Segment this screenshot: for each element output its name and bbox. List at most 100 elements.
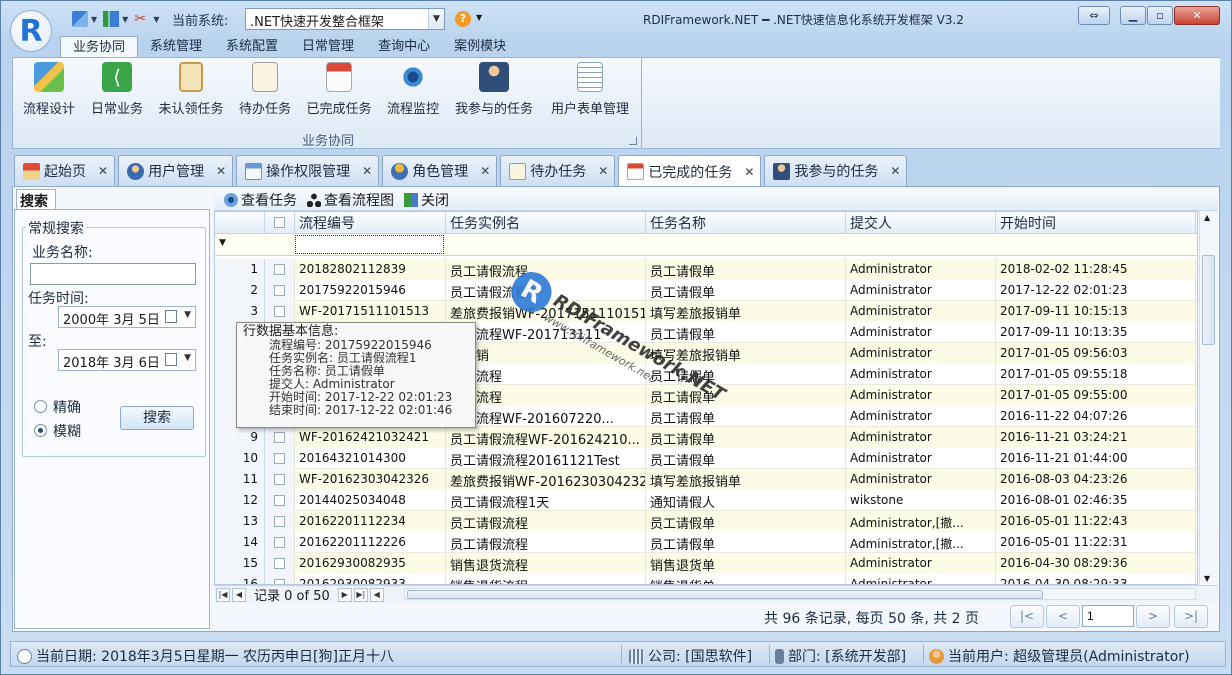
table-row[interactable]: 1 20182802112839 员工请假流程 员工请假单 Administrator 2…	[215, 259, 1197, 280]
chevron-down-icon[interactable]: ▼	[153, 15, 159, 24]
column-header-submitter[interactable]: 提交人	[846, 212, 996, 234]
help-icon[interactable]: ?	[455, 11, 471, 27]
tab-start-page[interactable]: 起始页 ✕	[14, 155, 116, 186]
close-icon[interactable]: ✕	[890, 164, 900, 178]
scroll-thumb[interactable]	[1202, 255, 1215, 345]
app-logo[interactable]: R	[10, 10, 52, 52]
view-task-button[interactable]: 查看任务	[224, 190, 297, 210]
restore-ribbon-button[interactable]: ⇔	[1078, 6, 1110, 25]
table-row[interactable]: 9 WF-20162421032421 员工请假流程WF-201624210... 员…	[215, 427, 1197, 448]
scroll-thumb[interactable]	[407, 590, 1043, 599]
prev-record-button[interactable]: ◀	[232, 587, 246, 602]
chevron-down-icon[interactable]: ▼	[428, 9, 444, 29]
checkbox-icon[interactable]	[274, 453, 285, 464]
checkbox-icon[interactable]	[274, 285, 285, 296]
unclaimed-tasks-button[interactable]: 未认领任务	[153, 62, 229, 117]
chevron-down-icon[interactable]: ▼	[184, 310, 191, 320]
first-record-button[interactable]: |◀	[216, 587, 230, 602]
flow-design-button[interactable]: 流程设计	[19, 62, 79, 117]
current-system-select[interactable]: .NET快速开发整合框架 ▼	[245, 8, 445, 30]
ribbon-tab-collab[interactable]: 业务协同	[60, 36, 139, 58]
calendar-icon[interactable]	[165, 310, 177, 323]
daily-business-button[interactable]: ⟨ 日常业务	[87, 62, 147, 117]
ribbon-tab-daily[interactable]: 日常管理	[290, 36, 366, 58]
my-tasks-button[interactable]: 我参与的任务	[449, 62, 539, 117]
dialog-launcher-icon[interactable]	[629, 137, 637, 145]
column-header-start-time[interactable]: 开始时间	[996, 212, 1196, 234]
close-icon[interactable]: ✕	[98, 164, 108, 178]
close-icon[interactable]: ✕	[362, 164, 372, 178]
user-form-management-button[interactable]: 用户表单管理	[545, 62, 635, 117]
table-row[interactable]: 2 20175922015946 员工请假流程1 员工请假单 Administrator…	[215, 280, 1197, 301]
table-row[interactable]: 13 20162201112234 员工请假流程 员工请假单 Administrator…	[215, 511, 1197, 532]
first-page-button[interactable]: |<	[1010, 605, 1044, 628]
column-header-flow-id[interactable]: 流程编号	[295, 212, 446, 234]
table-row[interactable]: 11 WF-20162303042326 差旅费报销WF-2016230304232…	[215, 469, 1197, 490]
flow-monitor-button[interactable]: 流程监控	[383, 62, 443, 117]
close-icon[interactable]: ✕	[598, 164, 608, 178]
checkbox-icon[interactable]	[274, 516, 285, 527]
checkbox-icon[interactable]	[274, 217, 285, 228]
exact-radio[interactable]	[34, 400, 47, 413]
checkbox-icon[interactable]	[274, 432, 285, 443]
prev-page-button[interactable]: <	[1046, 605, 1080, 628]
minimize-button[interactable]: ▁	[1120, 6, 1146, 25]
chevron-down-icon[interactable]: ▼	[184, 353, 191, 363]
chevron-down-icon[interactable]: ▼	[1204, 574, 1210, 583]
tab-user-management[interactable]: 用户管理 ✕	[118, 155, 234, 186]
checkbox-icon[interactable]	[274, 495, 285, 506]
maximize-button[interactable]: ▫	[1147, 6, 1173, 25]
date-to-picker[interactable]: 2018年 3月 6日 ▼	[58, 349, 196, 371]
chevron-up-icon[interactable]: ▲	[1204, 213, 1210, 222]
checkbox-icon[interactable]	[274, 537, 285, 548]
table-row[interactable]: 1620162930082933销售退货流程销售退货单Administrator…	[215, 574, 1197, 584]
checkbox-icon[interactable]	[274, 558, 285, 569]
chevron-down-icon[interactable]: ▼	[91, 15, 97, 24]
next-page-button[interactable]: >	[1136, 605, 1170, 628]
checkbox-header[interactable]	[265, 212, 295, 234]
table-row[interactable]: 15 20162930082935 销售退货流程 销售退货单 Administrator…	[215, 553, 1197, 574]
close-icon[interactable]: ✕	[480, 164, 490, 178]
grid-icon[interactable]	[72, 11, 88, 27]
last-record-button[interactable]: ▶|	[353, 587, 368, 602]
checkbox-icon[interactable]	[274, 264, 285, 275]
column-header-instance-name[interactable]: 任务实例名	[446, 212, 646, 234]
column-header-task-name[interactable]: 任务名称	[646, 212, 846, 234]
last-page-button[interactable]: >|	[1174, 605, 1208, 628]
next-record-button[interactable]: ▶	[337, 587, 352, 602]
completed-tasks-button[interactable]: 已完成任务	[303, 62, 375, 117]
table-row[interactable]: 10 20164321014300 员工请假流程20161121Test 员工请假单 A…	[215, 448, 1197, 469]
close-window-button[interactable]: ✕	[1174, 6, 1220, 25]
ribbon-tab-cases[interactable]: 案例模块	[442, 36, 518, 58]
filter-icon[interactable]: ▼	[219, 238, 226, 248]
ribbon-tab-system[interactable]: 系统管理	[138, 36, 214, 58]
close-icon[interactable]: ✕	[744, 165, 754, 179]
chevron-down-icon[interactable]: ▼	[122, 15, 128, 24]
horizontal-scrollbar[interactable]	[404, 588, 1196, 600]
tab-todo-tasks[interactable]: 待办任务 ✕	[500, 155, 616, 186]
table-row[interactable]: 12 20144025034048 员工请假流程1天 通知请假人 wikstone 201…	[215, 490, 1197, 511]
tab-my-tasks[interactable]: 我参与的任务 ✕	[764, 155, 908, 186]
todo-tasks-button[interactable]: 待办任务	[235, 62, 295, 117]
chevron-down-icon[interactable]: ▼	[476, 13, 482, 22]
chart-icon[interactable]	[103, 11, 120, 27]
close-icon[interactable]: ✕	[216, 164, 226, 178]
checkbox-icon[interactable]	[274, 474, 285, 485]
tab-completed-tasks[interactable]: 已完成的任务 ✕	[618, 155, 762, 187]
ribbon-tab-query[interactable]: 查询中心	[366, 36, 442, 58]
page-number-input[interactable]	[1082, 605, 1134, 627]
tools-icon[interactable]: ✂	[134, 11, 150, 27]
tab-permission-management[interactable]: 操作权限管理 ✕	[236, 155, 380, 186]
calendar-icon[interactable]	[165, 353, 177, 366]
close-button[interactable]: 关闭	[404, 190, 449, 210]
search-button[interactable]: 搜索	[120, 406, 194, 430]
ribbon-tab-config[interactable]: 系统配置	[214, 36, 290, 58]
column-header-end-time[interactable]: 结束	[1196, 212, 1197, 234]
checkbox-icon[interactable]	[274, 306, 285, 317]
table-row[interactable]: 3 WF-20171511101513 差旅费报销WF-20171511101513…	[215, 301, 1197, 322]
date-from-picker[interactable]: 2000年 3月 5日 ▼	[58, 306, 196, 328]
vertical-scrollbar[interactable]: ▲ ▼	[1199, 211, 1217, 585]
business-name-input[interactable]	[30, 263, 196, 285]
view-flow-button[interactable]: 查看流程图	[307, 190, 394, 210]
scroll-left-button[interactable]: ◀	[369, 587, 384, 602]
